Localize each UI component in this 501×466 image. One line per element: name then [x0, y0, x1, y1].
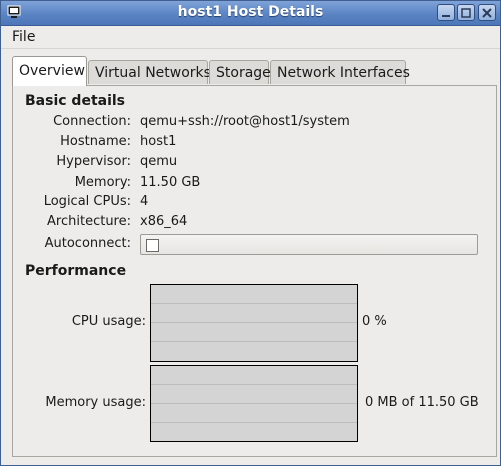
hypervisor-value: qemu — [140, 154, 178, 169]
autoconnect-toggle[interactable] — [140, 234, 478, 255]
autoconnect-checkbox[interactable] — [146, 239, 159, 252]
hypervisor-label: Hypervisor: — [56, 154, 131, 169]
close-button[interactable] — [478, 4, 496, 21]
tab-network-interfaces[interactable]: Network Interfaces — [270, 60, 410, 84]
host-details-window: host1 Host Details File Overview Virtual… — [0, 0, 501, 466]
cpu-usage-value: 0 % — [362, 314, 387, 329]
menu-file[interactable]: File — [12, 29, 35, 45]
memory-value: 11.50 GB — [140, 175, 201, 190]
cpu-usage-label: CPU usage: — [71, 314, 146, 329]
hostname-value: host1 — [140, 134, 177, 149]
tab-virtual-networks[interactable]: Virtual Networks — [88, 60, 211, 84]
logical-cpus-value: 4 — [140, 194, 149, 209]
minimize-button[interactable] — [437, 4, 455, 21]
menu-bar: File — [1, 26, 500, 49]
architecture-label: Architecture: — [47, 214, 131, 229]
basic-details-heading: Basic details — [25, 93, 126, 109]
tab-storage[interactable]: Storage — [209, 60, 271, 84]
window-title: host1 Host Details — [177, 4, 324, 20]
hostname-label: Hostname: — [60, 134, 131, 149]
performance-heading: Performance — [25, 263, 127, 279]
memory-usage-value: 0 MB of 11.50 GB — [365, 395, 479, 410]
maximize-button[interactable] — [457, 4, 475, 21]
maximize-icon — [461, 8, 471, 18]
autoconnect-label: Autoconnect: — [44, 236, 131, 251]
tab-overview[interactable]: Overview — [12, 56, 87, 86]
architecture-value: x86_64 — [140, 214, 188, 229]
memory-usage-label: Memory usage: — [45, 395, 146, 410]
cpu-usage-graph — [150, 284, 358, 362]
memory-usage-graph — [150, 365, 358, 442]
connection-label: Connection: — [53, 114, 131, 129]
minimize-icon — [442, 15, 450, 17]
logical-cpus-label: Logical CPUs: — [43, 194, 131, 209]
close-icon — [482, 8, 492, 18]
title-bar[interactable]: host1 Host Details — [1, 1, 500, 26]
connection-value: qemu+ssh://root@host1/system — [140, 114, 350, 129]
memory-label: Memory: — [74, 175, 131, 190]
